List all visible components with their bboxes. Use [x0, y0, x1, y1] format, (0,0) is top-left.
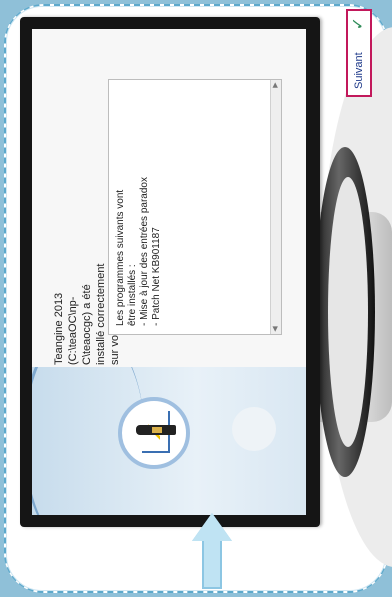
monitor-stand-arc-hole — [328, 177, 368, 447]
next-button-label: Suivant — [353, 52, 365, 89]
arrow-head — [192, 513, 232, 541]
scroll-right-icon[interactable]: ▶ — [271, 80, 281, 90]
installer-banner — [32, 367, 306, 515]
arrow-shaft — [202, 537, 222, 589]
horizontal-scrollbar[interactable]: ◀ ▶ — [270, 80, 281, 334]
faded-logo-icon — [232, 407, 276, 451]
monitor: Teangine 2013 (C:\teaOC\np-C\teaocgc) a … — [20, 17, 320, 527]
program-item: - Patch Net KB901187 — [151, 227, 162, 326]
next-button[interactable]: Suivant ✓ — [346, 9, 372, 97]
bottle-icon — [136, 425, 176, 435]
pointer-arrow-icon — [192, 509, 232, 589]
programs-list-box: Les programmes suivants vont être instal… — [108, 79, 282, 335]
rotated-installer-illustration: Teangine 2013 (C:\teaOC\np-C\teaocgc) a … — [0, 0, 392, 597]
programs-header: Les programmes suivants vont être instal… — [115, 189, 138, 326]
program-item: - Mise à jour des entrées paradox — [139, 177, 150, 326]
scroll-left-icon[interactable]: ◀ — [271, 324, 281, 334]
installer-window: Teangine 2013 (C:\teaOC\np-C\teaocgc) a … — [32, 29, 306, 515]
programs-list-text: Les programmes suivants vont être instal… — [115, 176, 245, 326]
check-icon: ✓ — [350, 17, 367, 31]
app-logo-icon — [118, 397, 190, 469]
